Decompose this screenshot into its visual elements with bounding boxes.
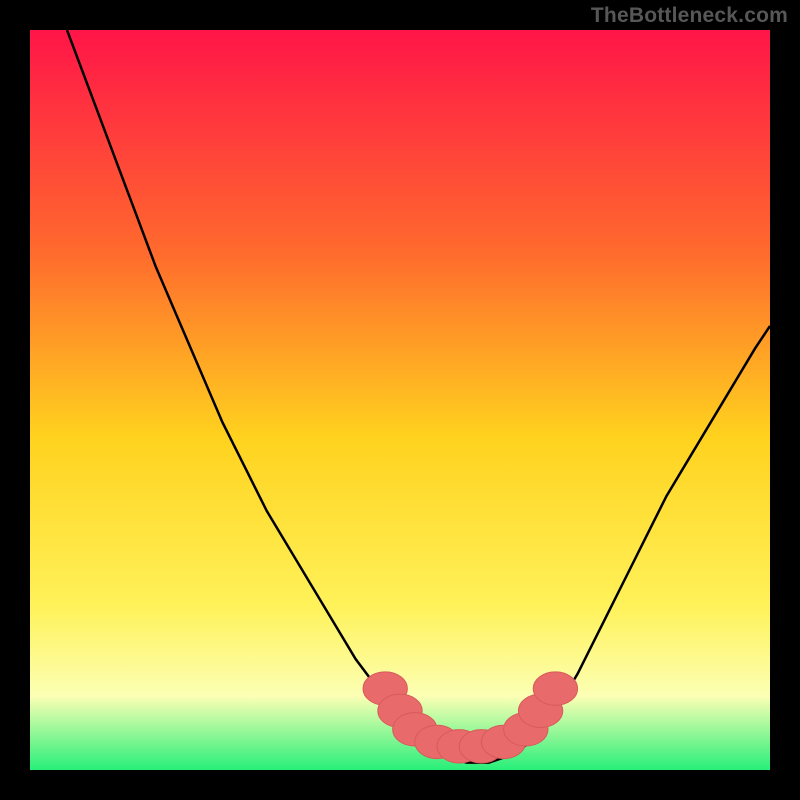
watermark-text: TheBottleneck.com [591,4,788,28]
bottleneck-chart [30,30,770,770]
chart-frame: TheBottleneck.com [0,0,800,800]
curve-marker [533,672,577,705]
gradient-background [30,30,770,770]
plot-area [30,30,770,770]
